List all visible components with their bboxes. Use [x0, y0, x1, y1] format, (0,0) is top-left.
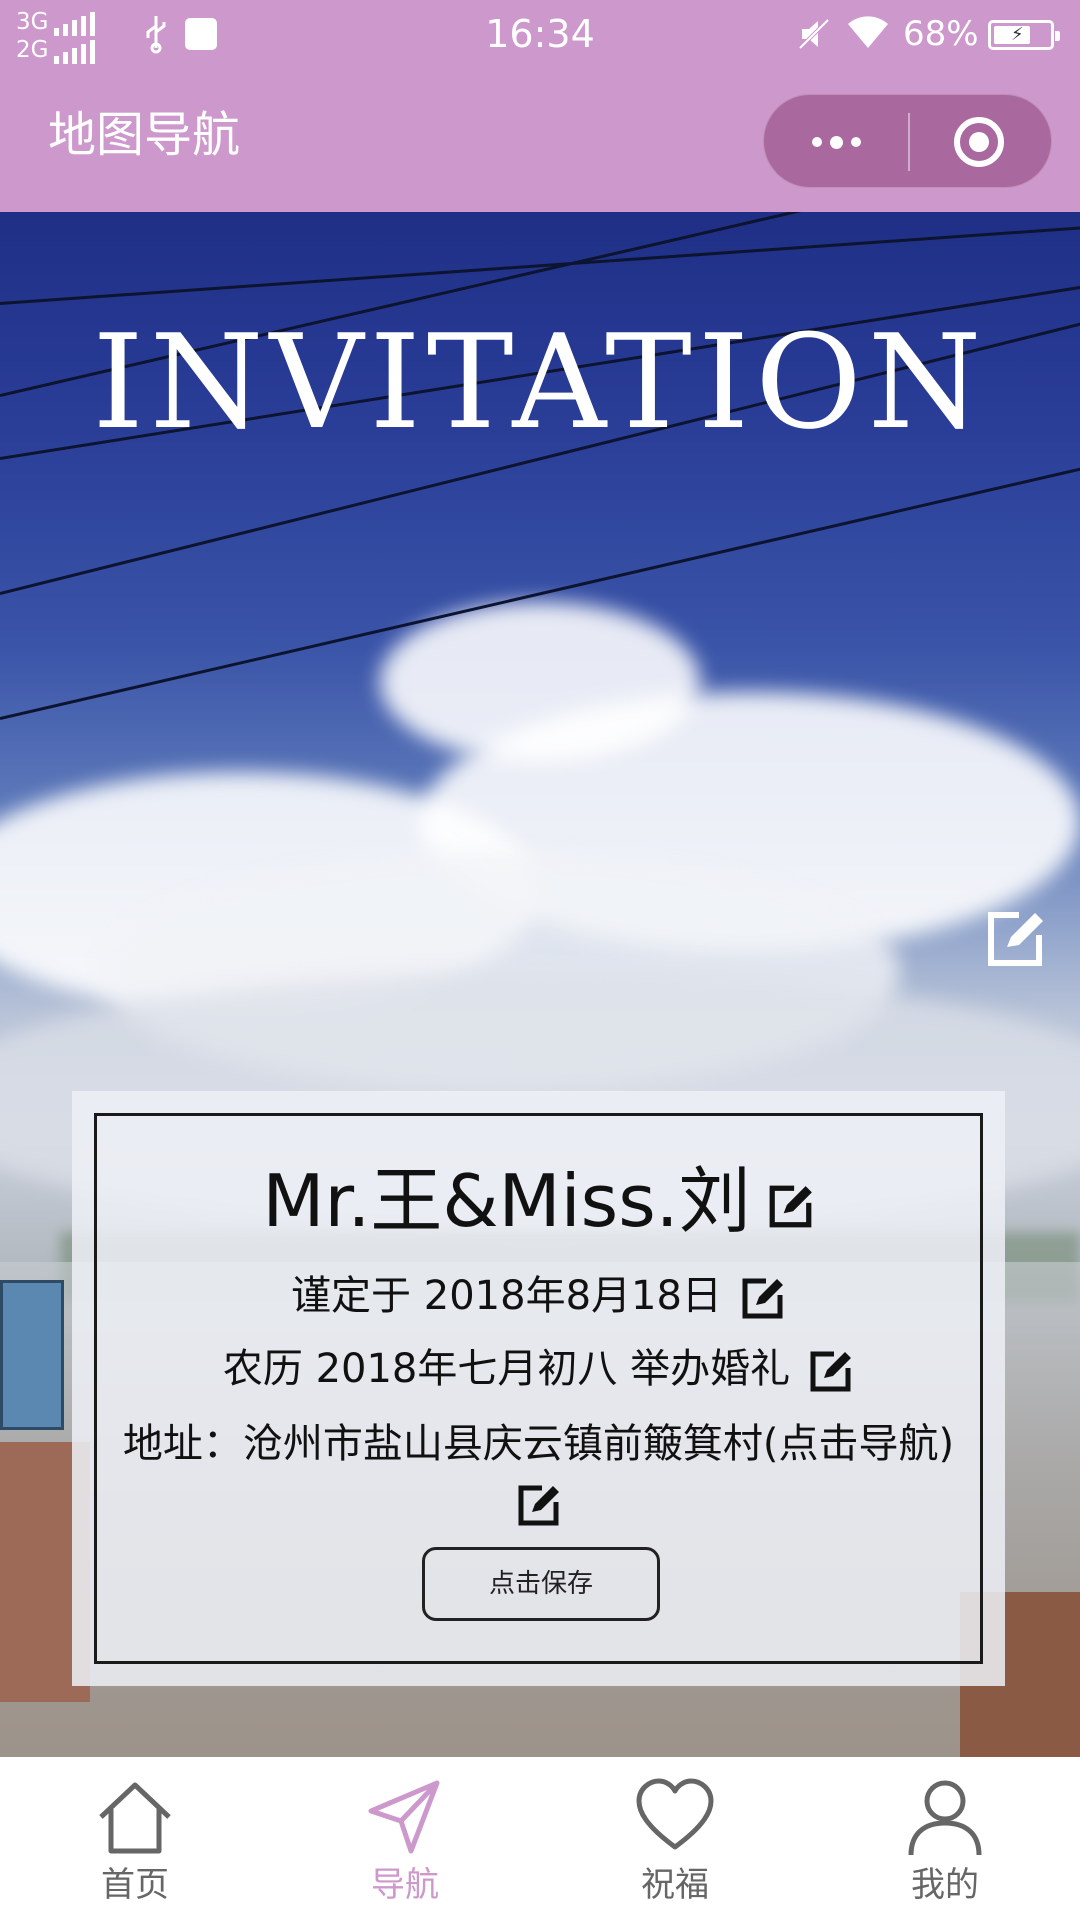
lunar-date: 农历 2018年七月初八 举办婚礼: [222, 1346, 791, 1392]
tab-home[interactable]: 首页: [0, 1757, 270, 1920]
lunar-date-row: 农历 2018年七月初八 举办婚礼: [97, 1341, 980, 1397]
mini-program-capsule: [763, 94, 1052, 188]
edit-icon[interactable]: [740, 1275, 786, 1321]
address-edit-row: [97, 1482, 980, 1528]
wedding-date: 谨定于 2018年8月18日: [291, 1273, 722, 1319]
invitation-title: INVITATION: [92, 306, 988, 458]
battery-percent: 68%: [903, 14, 979, 54]
target-circle-icon[interactable]: [954, 117, 1004, 167]
couple-names: Mr.王&Miss.刘: [262, 1159, 751, 1243]
edit-icon[interactable]: [767, 1182, 815, 1230]
mute-icon: [798, 18, 830, 50]
wifi-icon: [848, 16, 888, 48]
navigation-arrow-icon: [368, 1780, 440, 1854]
battery-icon: ⚡: [988, 20, 1060, 50]
invitation-card-frame: Mr.王&Miss.刘 谨定于 2018年8月18日 农历 2018年七月初八 …: [94, 1113, 983, 1664]
tab-bar: 首页 导航 祝福 我的: [0, 1757, 1080, 1920]
wedding-date-row: 谨定于 2018年8月18日: [97, 1268, 980, 1324]
tab-blessing-label: 祝福: [641, 1865, 709, 1905]
tab-mine-label: 我的: [911, 1865, 979, 1905]
tab-navigation[interactable]: 导航: [270, 1757, 540, 1920]
nav-bar: 地图导航: [0, 72, 1080, 212]
save-button[interactable]: 点击保存: [422, 1547, 660, 1621]
tab-home-label: 首页: [101, 1865, 169, 1905]
page-title: 地图导航: [48, 107, 241, 163]
address-link[interactable]: 地址：沧州市盐山县庆云镇前簸箕村(点击导航): [97, 1416, 980, 1472]
tab-blessing[interactable]: 祝福: [540, 1757, 810, 1920]
user-icon: [908, 1780, 982, 1856]
charging-bolt-icon: ⚡: [1011, 24, 1024, 45]
edit-icon[interactable]: [808, 1348, 854, 1394]
edit-icon[interactable]: [516, 1482, 562, 1528]
edit-icon[interactable]: [985, 907, 1047, 969]
heart-icon: [636, 1778, 714, 1850]
capsule-divider: [908, 113, 910, 171]
tab-mine[interactable]: 我的: [810, 1757, 1080, 1920]
tab-navigation-label: 导航: [371, 1865, 439, 1905]
invitation-card: Mr.王&Miss.刘 谨定于 2018年8月18日 农历 2018年七月初八 …: [72, 1091, 1005, 1686]
couple-names-row: Mr.王&Miss.刘: [97, 1156, 980, 1246]
more-dots-icon[interactable]: [764, 95, 908, 189]
status-bar: 3G 2G 16:34 68% ⚡: [0, 0, 1080, 72]
battery-cap: [1055, 31, 1060, 41]
home-icon: [99, 1782, 171, 1854]
